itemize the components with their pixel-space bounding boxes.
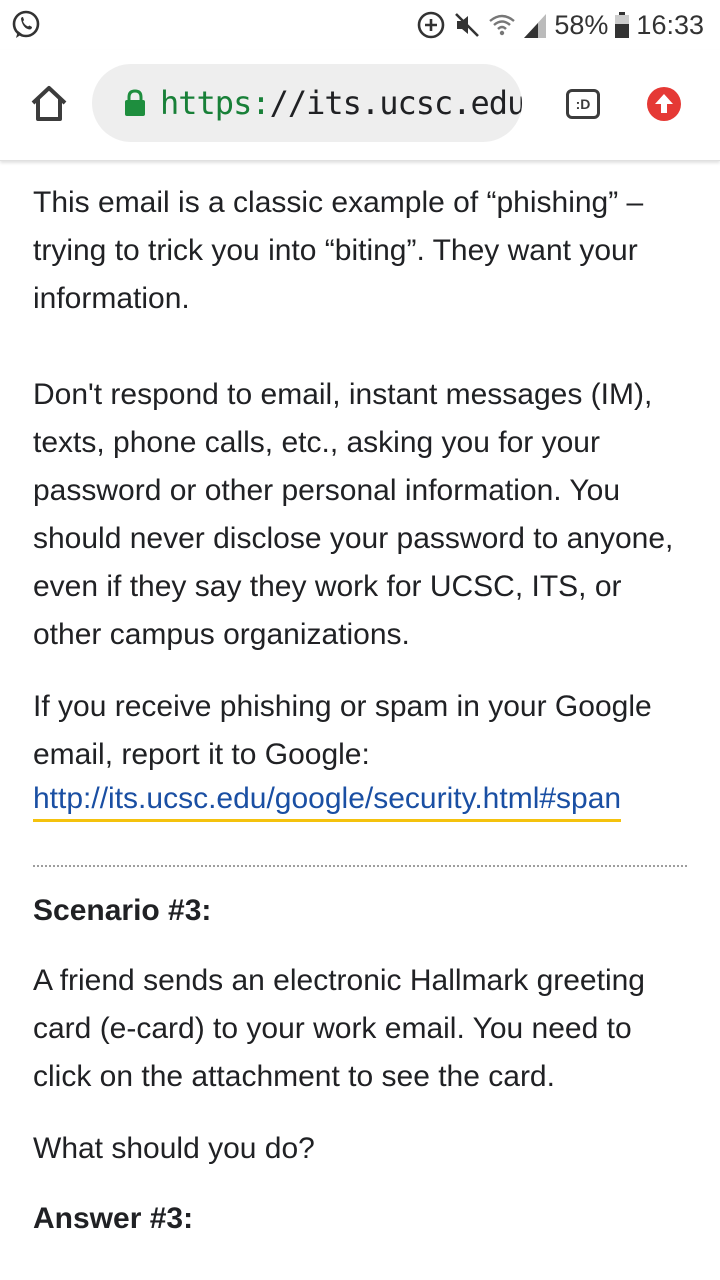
scenario-heading: Scenario #3: — [33, 894, 212, 927]
battery-percent: 58% — [554, 9, 609, 40]
whatsapp-icon — [10, 9, 42, 41]
answer-heading: Answer #3: — [33, 1202, 194, 1235]
divider — [33, 865, 687, 867]
paragraph-scenario: A friend sends an electronic Hallmark gr… — [33, 964, 645, 1093]
url-bar[interactable]: https://its.ucsc.edu/s — [92, 64, 522, 142]
url-scheme: https: — [160, 84, 271, 122]
home-icon — [31, 86, 67, 121]
paragraph-phishing: This email is a classic example of “phis… — [33, 186, 644, 315]
paragraph-advice: Don't respond to email, instant messages… — [33, 378, 674, 651]
signal-icon — [522, 10, 548, 40]
report-text: If you receive phishing or spam in your … — [33, 690, 652, 771]
tab-switcher-label: :D — [575, 96, 591, 112]
status-icons: 58% 16:33 — [416, 8, 704, 42]
paragraph-report: If you receive phishing or spam in your … — [33, 683, 693, 837]
status-bar: 58% 16:33 — [0, 0, 720, 50]
url-text: https://its.ucsc.edu/s — [160, 84, 522, 122]
update-icon — [647, 87, 681, 121]
home-button[interactable] — [28, 82, 70, 124]
security-link[interactable]: http://its.ucsc.edu/google/security.html… — [33, 779, 622, 822]
clock: 16:33 — [636, 9, 704, 40]
lock-icon — [125, 89, 145, 116]
data-saver-icon — [416, 10, 446, 40]
browser-toolbar: https://its.ucsc.edu/s :D — [0, 50, 720, 161]
battery-icon — [614, 10, 630, 40]
update-button[interactable] — [646, 86, 682, 122]
mute-icon — [452, 10, 482, 40]
tab-switcher-button[interactable]: :D — [566, 89, 600, 119]
paragraph-question: What should you do? — [33, 1132, 315, 1165]
url-host: //its.ucsc.edu/s — [269, 84, 522, 122]
page-content: This email is a classic example of “phis… — [33, 160, 693, 1243]
wifi-icon — [488, 10, 516, 40]
